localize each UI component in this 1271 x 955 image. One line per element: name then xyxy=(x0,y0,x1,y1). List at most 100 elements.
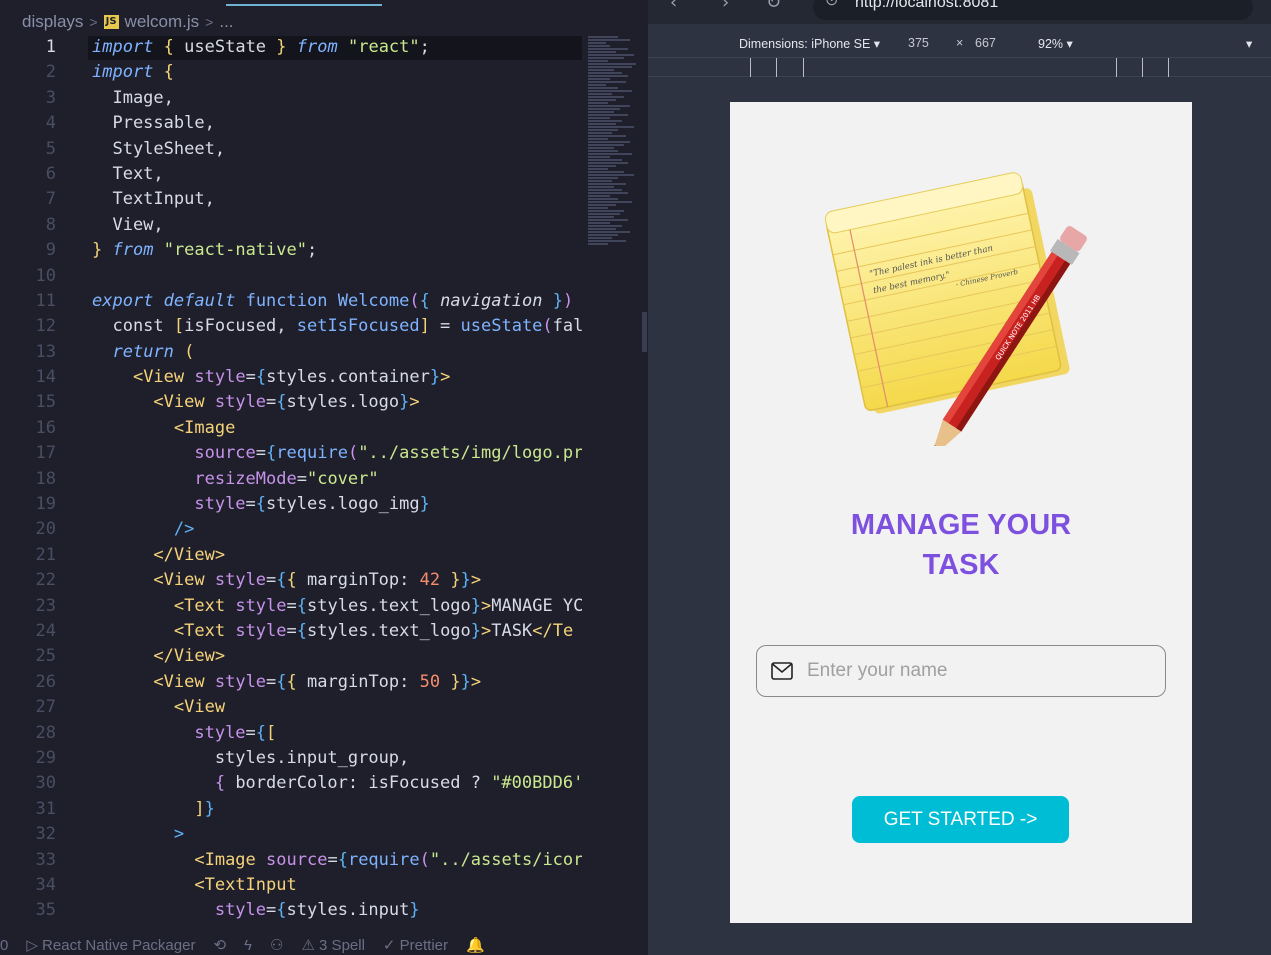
code-line[interactable]: <View style={{ marginTop: 42 }}> xyxy=(92,568,582,593)
code-line[interactable]: <Image source={require("../assets/icor xyxy=(92,848,582,873)
get-started-button[interactable]: GET STARTED -> xyxy=(852,796,1069,843)
code-line[interactable]: return ( xyxy=(92,340,582,365)
code-token: = xyxy=(327,849,338,870)
device-width-input[interactable]: 375 xyxy=(908,36,929,50)
minimap-line xyxy=(588,222,610,224)
code-line[interactable]: style={styles.logo_img} xyxy=(92,492,582,517)
minimap[interactable] xyxy=(588,35,640,245)
code-editor[interactable]: displays > JS welcom.js > ... 1234567891… xyxy=(0,0,648,935)
minimap-line xyxy=(588,42,606,44)
code-line[interactable]: source={require("../assets/img/logo.pr xyxy=(92,441,582,466)
minimap-line xyxy=(588,129,618,131)
code-line[interactable]: <Text style={styles.text_logo}>MANAGE YC xyxy=(92,594,582,619)
code-line[interactable]: StyleSheet, xyxy=(92,137,582,162)
code-token: </Te xyxy=(532,620,574,641)
minimap-line xyxy=(588,141,630,143)
code-line[interactable]: { borderColor: isFocused ? "#00BDD6' xyxy=(92,771,582,796)
name-input[interactable] xyxy=(807,660,1137,682)
code-line[interactable]: Text, xyxy=(92,162,582,187)
back-arrow-icon[interactable]: ‹ xyxy=(670,0,677,13)
code-line[interactable]: </View> xyxy=(92,644,582,669)
code-token: from xyxy=(296,37,338,57)
code-token: useState xyxy=(460,316,543,337)
code-line[interactable]: Pressable, xyxy=(92,111,582,136)
app-title: MANAGE YOUR TASK xyxy=(730,505,1192,585)
code-line[interactable] xyxy=(92,264,582,289)
prettier-status[interactable]: ✓ Prettier xyxy=(383,936,448,954)
address-bar[interactable]: ⊙ http://localhost:8081 xyxy=(813,0,1253,20)
code-line[interactable]: /> xyxy=(92,517,582,542)
code-line[interactable]: View, xyxy=(92,213,582,238)
code-token: { xyxy=(286,570,297,591)
minimap-line xyxy=(588,216,614,218)
code-line[interactable]: style={[ xyxy=(92,721,582,746)
code-line[interactable]: <Image xyxy=(92,416,582,441)
code-token: style xyxy=(235,595,287,616)
forward-arrow-icon[interactable]: › xyxy=(722,0,729,13)
name-input-group[interactable] xyxy=(756,645,1166,697)
editor-scrollbar[interactable] xyxy=(642,312,647,352)
reload-icon[interactable]: ↻ xyxy=(766,0,781,13)
site-info-icon[interactable]: ⊙ xyxy=(825,0,838,10)
active-tab-indicator xyxy=(226,4,382,6)
code-line[interactable]: import { useState } from "react"; xyxy=(92,35,582,60)
notifications-bell-icon[interactable]: 🔔 xyxy=(466,936,485,954)
breadcrumb-folder[interactable]: displays xyxy=(22,12,83,32)
minimap-line xyxy=(588,231,630,233)
code-line[interactable]: Image, xyxy=(92,86,582,111)
lightning-icon[interactable]: ϟ xyxy=(244,937,252,954)
code-token: styles.input xyxy=(286,900,410,921)
more-options-chevron-icon[interactable]: ▾ xyxy=(1246,36,1252,51)
code-line[interactable]: > xyxy=(92,822,582,847)
line-number: 2 xyxy=(45,62,56,83)
code-line[interactable]: resizeMode="cover" xyxy=(92,467,582,492)
breadcrumb-file[interactable]: welcom.js xyxy=(125,12,200,32)
code-line[interactable]: ]} xyxy=(92,797,582,822)
minimap-line xyxy=(588,39,630,41)
code-line[interactable]: export default function Welcome({ naviga… xyxy=(92,289,582,314)
code-line[interactable]: <Text style={styles.text_logo}>TASK</Te xyxy=(92,619,582,644)
device-toolbar: Dimensions: iPhone SE ▾ 375 × 667 92% ▾ … xyxy=(648,30,1271,56)
code-token: style xyxy=(214,570,267,591)
minimap-line xyxy=(588,213,620,215)
live-share-icon[interactable]: ⚇ xyxy=(270,936,283,954)
code-line[interactable]: <View style={{ marginTop: 50 }}> xyxy=(92,670,582,695)
breadcrumb-symbol[interactable]: ... xyxy=(219,12,233,32)
code-token: setIsFocused xyxy=(296,316,420,337)
chevron-right-icon: > xyxy=(205,14,214,30)
code-token: = xyxy=(266,900,277,921)
code-line[interactable]: const [isFocused, setIsFocused] = useSta… xyxy=(92,314,582,339)
line-number: 32 xyxy=(35,824,56,845)
code-line[interactable]: style={styles.input} xyxy=(92,898,582,923)
sync-icon[interactable]: ⟲ xyxy=(213,936,226,954)
code-line[interactable]: <TextInput xyxy=(92,873,582,898)
code-token: style xyxy=(194,722,246,743)
media-query-ruler[interactable] xyxy=(648,57,1271,77)
code-token: useState xyxy=(173,37,277,57)
minimap-line xyxy=(588,198,618,200)
device-height-input[interactable]: 667 xyxy=(975,36,996,50)
js-file-icon: JS xyxy=(103,15,119,29)
device-dimensions-select[interactable]: Dimensions: iPhone SE ▾ xyxy=(739,36,880,51)
react-native-packager-status[interactable]: ▷ React Native Packager xyxy=(26,936,195,954)
code-line[interactable]: <View style={styles.container}> xyxy=(92,365,582,390)
code-line[interactable]: TextInput, xyxy=(92,187,582,212)
code-line[interactable]: <View xyxy=(92,695,582,720)
code-area[interactable]: import { useState } from "react"; import … xyxy=(92,35,582,924)
code-token: { xyxy=(214,773,226,794)
code-token: function xyxy=(245,290,328,311)
spell-check-status[interactable]: ⚠ 3 Spell xyxy=(301,936,364,954)
code-line[interactable]: import { xyxy=(92,60,582,85)
code-line[interactable]: styles.input_group, xyxy=(92,746,582,771)
minimap-line xyxy=(588,234,618,236)
minimap-line xyxy=(588,72,622,74)
code-line[interactable]: </View> xyxy=(92,543,582,568)
code-token: <TextInput xyxy=(194,874,297,895)
code-token: MANAGE YC xyxy=(491,595,582,616)
code-token: styles.input_group, xyxy=(92,747,410,768)
zoom-select[interactable]: 92% ▾ xyxy=(1038,36,1073,51)
code-token: } xyxy=(419,494,430,515)
code-line[interactable]: } from "react-native"; xyxy=(92,238,582,263)
code-line[interactable]: <View style={styles.logo}> xyxy=(92,390,582,415)
